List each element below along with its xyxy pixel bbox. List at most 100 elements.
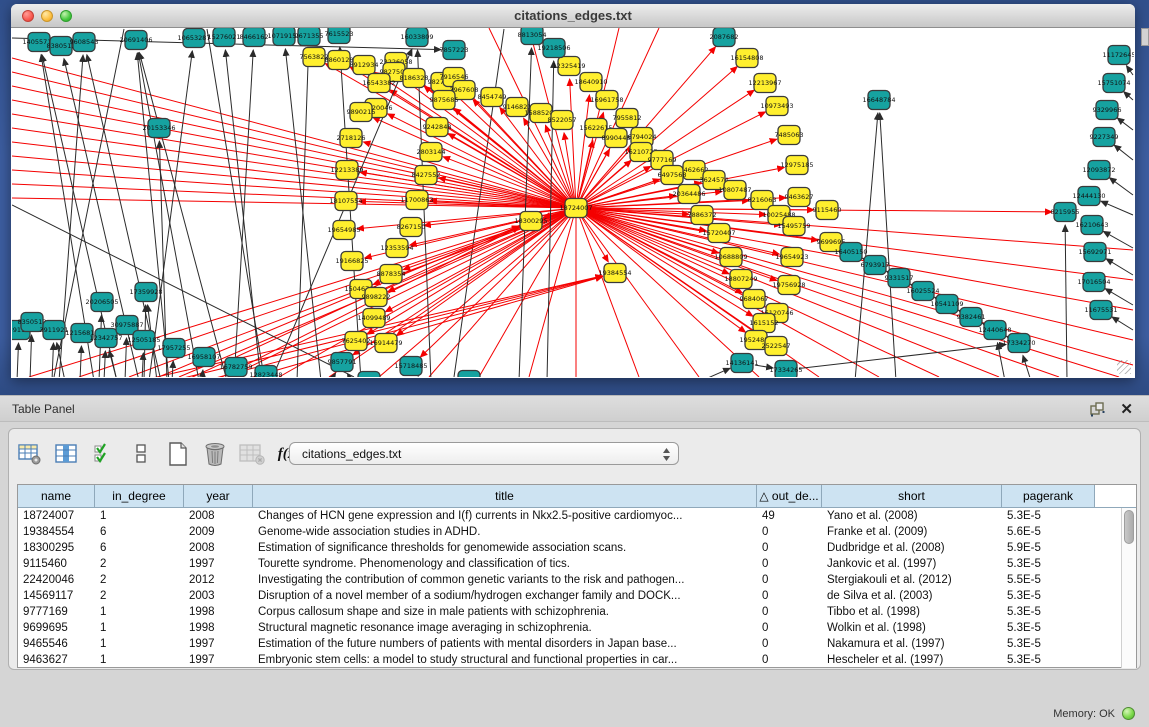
graph-node[interactable]: 8878354 — [377, 265, 406, 284]
graph-node[interactable]: 2522547 — [762, 337, 791, 356]
graph-node[interactable]: 12093872 — [1082, 161, 1115, 180]
graph-node[interactable]: 7485063 — [775, 126, 804, 145]
table-row[interactable]: 1872400712008Changes of HCN gene express… — [18, 508, 1136, 524]
table-row[interactable]: 2242004622012Investigating the contribut… — [18, 572, 1136, 588]
graph-node[interactable]: 17957255 — [157, 339, 190, 358]
column-header-title[interactable]: title — [253, 485, 757, 507]
graph-node[interactable]: 9608543 — [70, 33, 99, 52]
graph-node[interactable]: 8186328 — [400, 69, 429, 88]
graph-edge[interactable] — [1124, 92, 1133, 100]
scrollbar-thumb[interactable] — [1124, 510, 1134, 544]
graph-node[interactable]: 20153346 — [142, 119, 175, 138]
graph-edge[interactable] — [142, 353, 143, 377]
graph-edge[interactable] — [576, 208, 1059, 377]
graph-node[interactable]: 3911921 — [40, 321, 69, 340]
graph-edge[interactable] — [576, 208, 1133, 340]
table-row[interactable]: 1938455462009Genome-wide association stu… — [18, 524, 1136, 540]
graph-node[interactable]: 9463110 — [455, 371, 484, 378]
table-row[interactable]: 911546021997Tourette syndrome. Phenomeno… — [18, 556, 1136, 572]
table-row[interactable]: 1830029562008Estimation of significance … — [18, 540, 1136, 556]
graph-node[interactable]: 16033809 — [400, 28, 433, 47]
table-row[interactable]: 946554611997Estimation of the future num… — [18, 636, 1136, 652]
graph-node[interactable]: 16961758 — [590, 91, 623, 110]
graph-node[interactable]: 12444130 — [1072, 187, 1105, 206]
graph-node[interactable]: 7857223 — [440, 41, 469, 60]
graph-node[interactable]: 9463627 — [785, 188, 814, 207]
column-header-out_degree[interactable]: △ out_de... — [757, 485, 822, 507]
graph-edge[interactable] — [576, 95, 589, 208]
table-panel-titlebar[interactable]: Table Panel ✕ — [0, 395, 1149, 422]
graph-edge[interactable] — [225, 50, 261, 377]
memory-status-icon[interactable] — [1122, 707, 1135, 720]
graph-edge[interactable] — [138, 53, 199, 377]
graph-node[interactable]: 12823448 — [249, 366, 282, 378]
resize-grip[interactable] — [1117, 360, 1131, 374]
graph-node[interactable]: 19654923 — [775, 248, 808, 267]
delete-table-icon[interactable] — [202, 441, 228, 467]
table-row[interactable]: 969969511998Structural magnetic resonanc… — [18, 620, 1136, 636]
graph-node[interactable]: 8990448 — [602, 129, 631, 148]
graph-node[interactable]: 9329966 — [1093, 101, 1122, 120]
graph-node[interactable]: 11172645 — [1102, 46, 1134, 65]
graph-node[interactable]: 19166825 — [335, 252, 368, 271]
graph-node[interactable]: 2803144 — [417, 143, 446, 162]
graph-edge[interactable] — [448, 134, 576, 208]
graph-node[interactable]: 9857791 — [328, 353, 357, 372]
graph-node[interactable]: 20691406 — [119, 31, 152, 50]
graph-node[interactable]: 2718126 — [337, 129, 366, 148]
graph-edge[interactable] — [172, 361, 173, 377]
graph-edge[interactable] — [17, 343, 18, 377]
graph-edge[interactable] — [420, 208, 576, 357]
graph-node[interactable]: 12325419 — [552, 57, 585, 76]
graph-edge[interactable] — [1117, 118, 1133, 130]
table-row[interactable]: 977716911998Corpus callosum shape and si… — [18, 604, 1136, 620]
column-header-short[interactable]: short — [822, 485, 1002, 507]
graph-node[interactable]: 8912934 — [350, 56, 379, 75]
graph-node[interactable]: 7851236 — [355, 372, 384, 378]
show-column-icon[interactable] — [54, 441, 80, 467]
graph-node[interactable]: 16782759 — [219, 358, 252, 377]
graph-edge[interactable] — [1109, 178, 1133, 195]
graph-edge[interactable] — [1065, 225, 1067, 377]
column-header-pagerank[interactable]: pagerank — [1002, 485, 1095, 507]
graph-edge[interactable] — [880, 113, 896, 377]
graph-edge[interactable] — [57, 343, 65, 377]
graph-node[interactable]: 12213967 — [748, 74, 781, 93]
graph-node[interactable]: 10653287 — [177, 29, 210, 48]
column-header-year[interactable]: year — [184, 485, 253, 507]
float-panel-icon[interactable] — [1090, 402, 1105, 417]
graph-node[interactable]: 7625402 — [342, 332, 371, 351]
graph-edge[interactable] — [934, 297, 935, 298]
graph-edge[interactable] — [576, 208, 699, 377]
graph-node[interactable]: 8522057 — [548, 111, 577, 130]
graph-edge[interactable] — [910, 284, 911, 285]
graph-node[interactable]: 8427552 — [412, 166, 441, 185]
graph-node[interactable]: 9242848 — [423, 118, 452, 137]
graph-node[interactable]: 1615152 — [750, 314, 779, 333]
graph-edge[interactable] — [1103, 231, 1133, 248]
column-header-in_degree[interactable]: in_degree — [95, 485, 184, 507]
graph-edge[interactable] — [886, 271, 887, 272]
graph-node[interactable]: 8215955 — [1051, 203, 1080, 222]
graph-node[interactable]: 11700863 — [400, 191, 433, 210]
graph-node[interactable]: 8466162 — [240, 28, 269, 47]
graph-edge[interactable] — [576, 208, 1133, 365]
graph-node[interactable]: 6793917 — [861, 256, 890, 275]
graph-node[interactable]: 9671355 — [295, 28, 324, 46]
graph-node[interactable]: 6497568 — [658, 166, 687, 185]
graph-node[interactable]: 9875685 — [430, 91, 459, 110]
graph-node[interactable]: 10688809 — [714, 248, 747, 267]
graph-node[interactable]: 20206505 — [85, 293, 118, 312]
graph-node[interactable]: 12353594 — [380, 239, 413, 258]
table-selector-dropdown[interactable]: citations_edges.txt — [289, 442, 679, 465]
graph-edge[interactable] — [701, 368, 730, 377]
graph-edge[interactable] — [1106, 259, 1133, 275]
table-row[interactable]: 946362711997Embryonic stem cells: a mode… — [18, 652, 1136, 668]
graph-edge[interactable] — [202, 370, 203, 377]
graph-edge[interactable] — [1126, 66, 1133, 75]
graph-edge[interactable] — [862, 258, 863, 259]
graph-node[interactable]: 18640910 — [574, 73, 607, 92]
graph-node[interactable]: 17359928 — [129, 283, 162, 302]
graph-node[interactable]: 12213389 — [330, 161, 363, 180]
graph-node[interactable]: 8813054 — [518, 28, 547, 45]
